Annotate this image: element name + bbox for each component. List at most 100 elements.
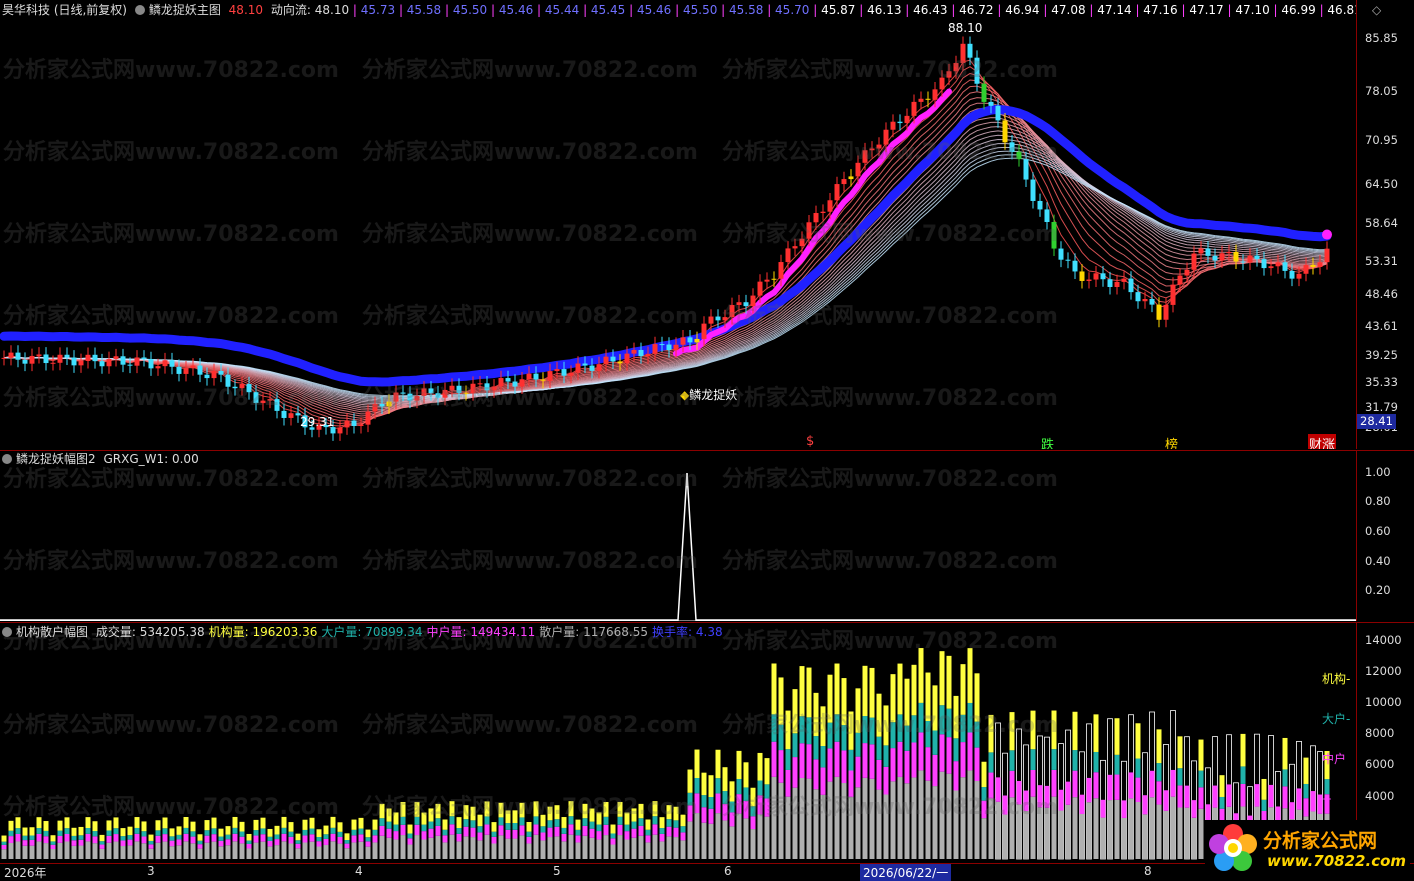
- volume-bar-segment: [1086, 802, 1092, 859]
- volume-bar-segment: [897, 663, 903, 715]
- volume-bar-segment: [428, 828, 434, 838]
- candle-body: [491, 386, 497, 391]
- collapse-icon[interactable]: [2, 454, 12, 464]
- flow-value: 45.87: [821, 3, 856, 17]
- axis-tick: 78.05: [1365, 84, 1398, 98]
- volume-bar-segment: [288, 831, 294, 837]
- axis-tick: 6000: [1365, 757, 1395, 771]
- candle-body: [820, 211, 826, 214]
- volume-bar-segment: [470, 820, 476, 828]
- candle-body: [764, 279, 770, 282]
- volume-bar-segment: [295, 833, 301, 841]
- volume-bar-segment: [477, 814, 483, 827]
- volume-bar-segment: [1282, 786, 1288, 809]
- volume-bar-segment: [414, 835, 420, 859]
- flow-value: 46.81: [1327, 3, 1356, 17]
- volume-bar-segment: [568, 834, 574, 859]
- collapse-icon[interactable]: [2, 627, 12, 637]
- volume-bar-segment: [1051, 796, 1057, 859]
- volume-bar-segment: [1212, 785, 1218, 808]
- indicator-name: 鳞龙捉妖主图: [148, 3, 221, 17]
- volume-bar-segment: [827, 674, 833, 723]
- volume-bar-segment: [162, 828, 168, 835]
- volume-bar-segment: [22, 840, 28, 846]
- flow-value: 46.99: [1281, 3, 1316, 17]
- volume-bar-segment: [1100, 817, 1106, 859]
- volume-bar-segment: [561, 827, 567, 834]
- volume-bar-segment: [211, 828, 217, 835]
- volume-bar-segment: [1058, 789, 1064, 811]
- volume-bar-segment: [722, 820, 728, 859]
- volume-bar-segment: [36, 828, 42, 834]
- volume-bar-segment: [771, 663, 777, 715]
- main-chart-pane[interactable]: 昊华科技 (日线,前复权) 鳞龙捉妖主图 48.10 动向流: 48.10 | …: [0, 0, 1356, 449]
- volume-bar-segment: [22, 827, 28, 836]
- volume-bar-segment: [568, 801, 574, 817]
- candle-body: [981, 83, 987, 102]
- indicator2-title: 鳞龙捉妖幅图2: [16, 452, 96, 466]
- volume-bar-segment: [8, 820, 14, 831]
- collapse-icon[interactable]: [134, 5, 145, 15]
- candle-body: [64, 354, 70, 358]
- volume-bar-segment: [694, 793, 700, 814]
- volume-bar-segment: [218, 846, 224, 859]
- current-point-marker: [1322, 229, 1332, 240]
- candlestick-chart[interactable]: [0, 0, 1356, 449]
- volume-bar-segment: [708, 808, 714, 824]
- volume-bar-segment: [939, 705, 945, 735]
- volume-bar-segment: [393, 812, 399, 825]
- volume-bar-segment: [477, 826, 483, 833]
- volume-bar-segment: [1254, 784, 1260, 807]
- volume-bar-segment: [1093, 714, 1099, 752]
- volume-bar-segment: [1303, 757, 1309, 784]
- candle-body: [960, 43, 966, 64]
- volume-bar-segment: [575, 829, 581, 836]
- candle-body: [204, 374, 210, 379]
- volume-bar-segment: [239, 821, 245, 832]
- volume-bar-segment: [1016, 804, 1022, 859]
- indicator2-pane[interactable]: 鳞龙捉妖幅图2 GRXG_W1: 0.00 分析家公式网www.70822.co…: [0, 451, 1356, 621]
- volume-bar-segment: [778, 750, 784, 783]
- volume-bar-segment: [50, 835, 56, 842]
- volume-bar-segment: [988, 798, 994, 859]
- stock-name: 昊华科技 (日线,前复权): [2, 3, 127, 17]
- volume-bar-segment: [708, 775, 714, 797]
- volume-bar-segment: [687, 821, 693, 859]
- candle-body: [652, 344, 658, 354]
- volume-bar-segment: [330, 816, 336, 828]
- flow-value: 45.58: [406, 3, 442, 17]
- candle-body: [1051, 221, 1057, 249]
- volume-bar-segment: [743, 762, 749, 788]
- candle-body: [1100, 273, 1106, 280]
- volume-bar-segment: [358, 834, 364, 842]
- volume-bar-segment: [617, 835, 623, 859]
- volume-bar-segment: [1093, 798, 1099, 859]
- volume-bar-segment: [876, 736, 882, 760]
- candle-body: [113, 356, 119, 359]
- volume-bar-segment: [680, 826, 686, 833]
- volume-bar-segment: [29, 845, 35, 859]
- volume-bar-segment: [869, 778, 875, 859]
- expand-icon[interactable]: ◇: [1372, 3, 1381, 17]
- volume-bar-segment: [589, 821, 595, 829]
- flow-value: 46.72: [959, 3, 994, 17]
- volume-bar-segment: [1093, 772, 1099, 799]
- time-axis-label: 5: [553, 864, 561, 878]
- volume-bar-segment: [211, 834, 217, 842]
- volume-pane[interactable]: 机构散户幅图 成交量: 534205.38 机构量: 196203.36 大户量: …: [0, 623, 1356, 863]
- volume-bar-segment: [1107, 800, 1113, 859]
- volume-bar-segment: [869, 717, 875, 745]
- volume-bar-segment: [484, 824, 490, 835]
- volume-bar-segment: [288, 836, 294, 844]
- xaxis-divider: [0, 863, 1414, 864]
- axis-tick: 70.95: [1365, 133, 1398, 147]
- volume-bar-segment: [855, 756, 861, 788]
- volume-bar-segment: [421, 812, 427, 825]
- volume-bar-segment: [757, 752, 763, 781]
- volume-bar-segment: [15, 817, 21, 829]
- volume-bar-segment: [351, 829, 357, 836]
- candle-body: [946, 71, 952, 78]
- volume-bar-segment: [477, 832, 483, 841]
- signal-label: ◆鳞龙捉妖: [680, 388, 738, 402]
- candle-body: [918, 98, 924, 102]
